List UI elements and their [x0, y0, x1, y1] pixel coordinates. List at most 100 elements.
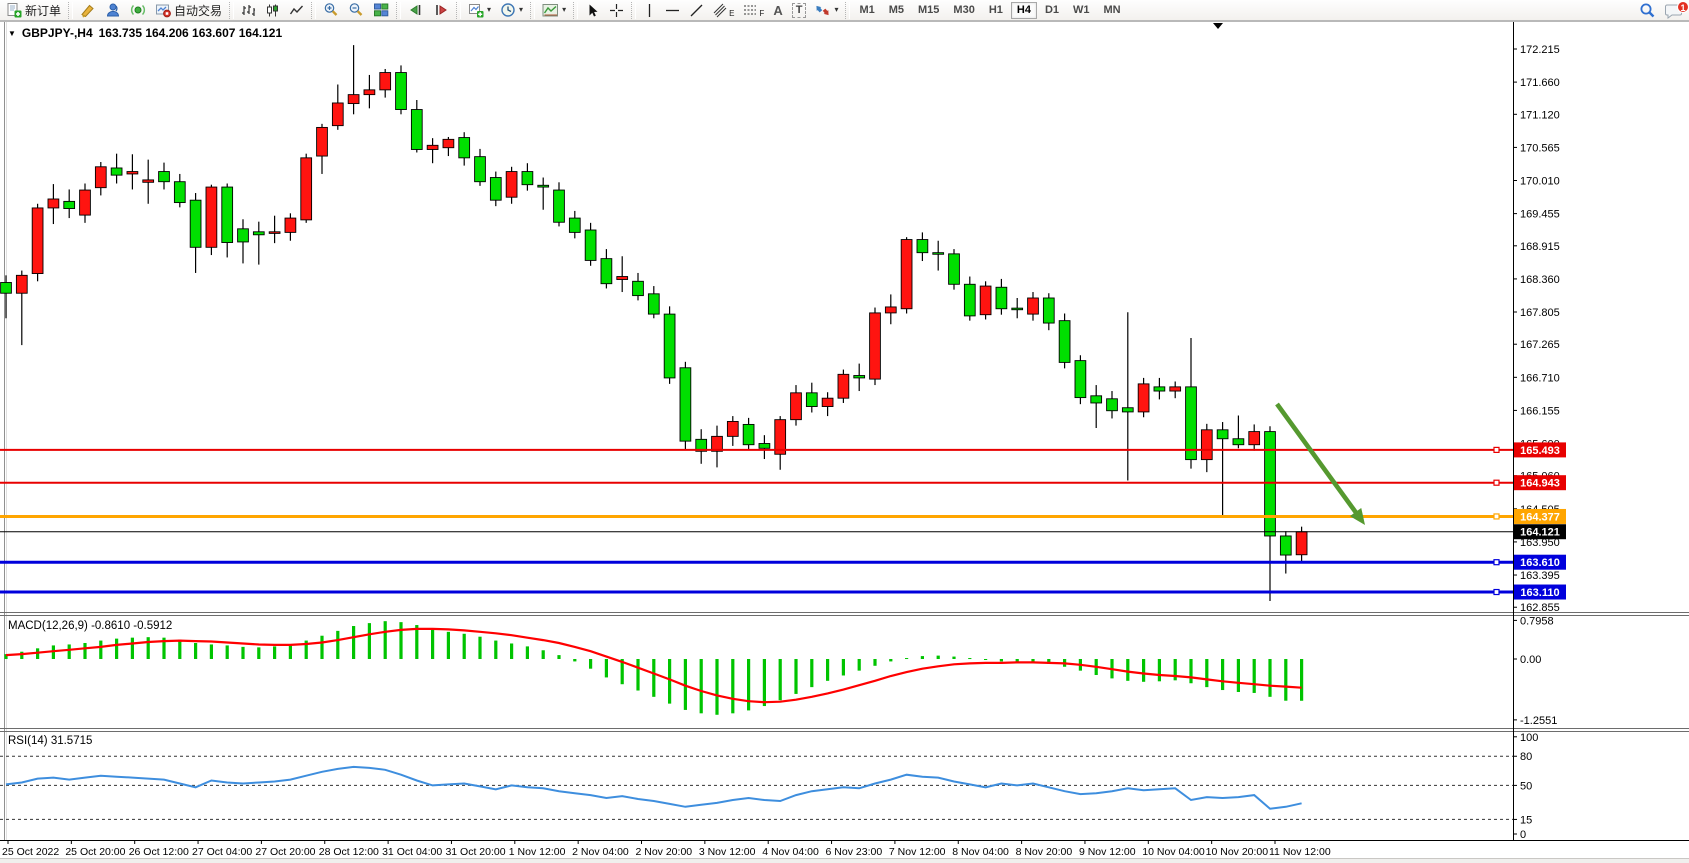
horizontal-line-tool-button[interactable] [661, 1, 684, 20]
chart-window: MACD(12,26,9) -0.8610 -0.5912RSI(14) 31.… [0, 0, 1689, 863]
price-axis[interactable]: 172.215171.660171.120170.565170.010169.4… [1513, 22, 1566, 841]
svg-text:163.110: 163.110 [1520, 587, 1559, 599]
toolbar-separator [845, 2, 850, 19]
vertical-line-tool-button[interactable] [639, 1, 660, 20]
vertical-line-icon [643, 3, 656, 18]
timeframe-button-m15[interactable]: M15 [912, 2, 945, 19]
chart-shift-button[interactable] [429, 1, 453, 20]
svg-text:9 Nov 12:00: 9 Nov 12:00 [1079, 846, 1136, 858]
zoom-in-button[interactable] [319, 1, 343, 20]
zoom-out-icon [348, 2, 364, 18]
svg-text:31 Oct 04:00: 31 Oct 04:00 [382, 846, 442, 858]
trend-arrow[interactable] [1277, 404, 1365, 525]
chart-canvas[interactable]: MACD(12,26,9) -0.8610 -0.5912RSI(14) 31.… [0, 0, 1689, 863]
tile-windows-icon [373, 2, 389, 18]
level-handle-164.943[interactable] [1494, 480, 1499, 485]
level-handle-163.610[interactable] [1494, 560, 1499, 565]
arrows-tool-button[interactable]: ▾ [811, 1, 842, 20]
svg-text:50: 50 [1520, 780, 1532, 792]
trendline-tool-button[interactable] [685, 1, 708, 20]
timeframe-button-h4[interactable]: H4 [1011, 2, 1037, 19]
new-order-button[interactable]: 新订单 [2, 1, 65, 20]
svg-text:171.660: 171.660 [1520, 77, 1560, 89]
channel-letter: E [729, 9, 734, 18]
dropdown-caret-icon: ▾ [487, 6, 491, 14]
one-click-trading-collapse-icon[interactable]: ▼ [8, 29, 16, 38]
dropdown-caret-icon: ▾ [562, 6, 566, 14]
auto-scroll-button[interactable] [404, 1, 428, 20]
expert-advisors-button[interactable] [101, 1, 125, 20]
crayon-button[interactable] [76, 1, 100, 20]
fibonacci-tool-button[interactable]: F [739, 1, 768, 20]
svg-text:7 Nov 12:00: 7 Nov 12:00 [889, 846, 946, 858]
svg-text:6 Nov 23:00: 6 Nov 23:00 [826, 846, 883, 858]
chat-button[interactable]: 1 [1661, 1, 1687, 20]
timeframe-button-m30[interactable]: M30 [947, 2, 980, 19]
svg-text:164.943: 164.943 [1520, 478, 1560, 490]
text-label-tool-button[interactable]: T [788, 1, 811, 20]
svg-text:162.855: 162.855 [1520, 602, 1560, 614]
svg-text:26 Oct 12:00: 26 Oct 12:00 [129, 846, 189, 858]
mt4-terminal-window: 新订单 [0, 0, 1689, 863]
timeframe-button-group: M1M5M15M30H1H4D1W1MN [853, 2, 1126, 19]
new-order-icon [6, 2, 22, 18]
tile-windows-button[interactable] [369, 1, 393, 20]
svg-text:166.155: 166.155 [1520, 405, 1560, 417]
cursor-tool-button[interactable] [581, 1, 604, 20]
bar-chart-mode-button[interactable] [237, 1, 260, 20]
svg-text:3 Nov 12:00: 3 Nov 12:00 [699, 846, 756, 858]
timeframe-button-w1[interactable]: W1 [1067, 2, 1096, 19]
toolbar-separator [573, 2, 578, 19]
svg-text:170.010: 170.010 [1520, 176, 1560, 188]
level-handle-164.377[interactable] [1494, 514, 1499, 519]
zoom-out-button[interactable] [344, 1, 368, 20]
templates-button[interactable]: ▾ [538, 1, 570, 20]
svg-text:166.710: 166.710 [1520, 372, 1560, 384]
timeframe-button-d1[interactable]: D1 [1039, 2, 1065, 19]
chart-ohlc-values: 163.735 164.206 163.607 164.121 [99, 26, 283, 40]
timeframe-button-m5[interactable]: M5 [883, 2, 910, 19]
new-order-label: 新订单 [25, 2, 61, 19]
search-button[interactable] [1635, 1, 1660, 20]
svg-text:169.455: 169.455 [1520, 209, 1560, 221]
signals-button[interactable] [126, 1, 150, 20]
crosshair-icon [609, 3, 624, 18]
status-bar [0, 858, 1689, 863]
svg-text:27 Oct 20:00: 27 Oct 20:00 [255, 846, 315, 858]
svg-text:0.00: 0.00 [1520, 654, 1541, 666]
svg-text:0.7958: 0.7958 [1520, 615, 1554, 627]
timeframe-button-mn[interactable]: MN [1098, 2, 1127, 19]
svg-text:31 Oct 20:00: 31 Oct 20:00 [445, 846, 505, 858]
level-handle-163.110[interactable] [1494, 590, 1499, 595]
search-icon [1639, 2, 1656, 19]
svg-text:168.915: 168.915 [1520, 241, 1560, 253]
time-axis[interactable]: 25 Oct 202225 Oct 20:0026 Oct 12:0027 Oc… [0, 840, 1689, 858]
text-tool-letter: A [773, 3, 782, 18]
chart-shift-end-marker[interactable] [1213, 23, 1223, 29]
svg-text:80: 80 [1520, 751, 1532, 763]
svg-text:164.121: 164.121 [1520, 527, 1560, 539]
timeframe-button-h1[interactable]: H1 [983, 2, 1009, 19]
new-chart-button[interactable]: ▾ [464, 1, 495, 20]
candlestick-mode-button[interactable] [261, 1, 284, 20]
line-chart-mode-button[interactable] [285, 1, 308, 20]
arrow-objects-icon [815, 3, 831, 18]
clock-icon [500, 2, 516, 18]
autotrading-button[interactable]: 自动交易 [151, 1, 226, 20]
svg-text:-1.2551: -1.2551 [1520, 715, 1557, 727]
chart-borders [0, 22, 1689, 841]
svg-text:27 Oct 04:00: 27 Oct 04:00 [192, 846, 252, 858]
crosshair-tool-button[interactable] [605, 1, 628, 20]
text-tool-button[interactable]: A [769, 1, 786, 20]
level-handle-165.493[interactable] [1494, 447, 1499, 452]
chart-title: ▼ GBPJPY-,H4 163.735 164.206 163.607 164… [8, 26, 282, 40]
rsi-label: RSI(14) 31.5715 [8, 735, 92, 747]
fibonacci-icon [743, 3, 760, 18]
timeframe-button-m1[interactable]: M1 [853, 2, 880, 19]
periods-button[interactable]: ▾ [496, 1, 527, 20]
chart-shift-icon [433, 2, 449, 18]
template-chart-icon [542, 3, 559, 18]
equidistant-channel-icon [713, 3, 730, 18]
svg-text:165.493: 165.493 [1520, 445, 1560, 457]
channel-tool-button[interactable]: E [709, 1, 738, 20]
